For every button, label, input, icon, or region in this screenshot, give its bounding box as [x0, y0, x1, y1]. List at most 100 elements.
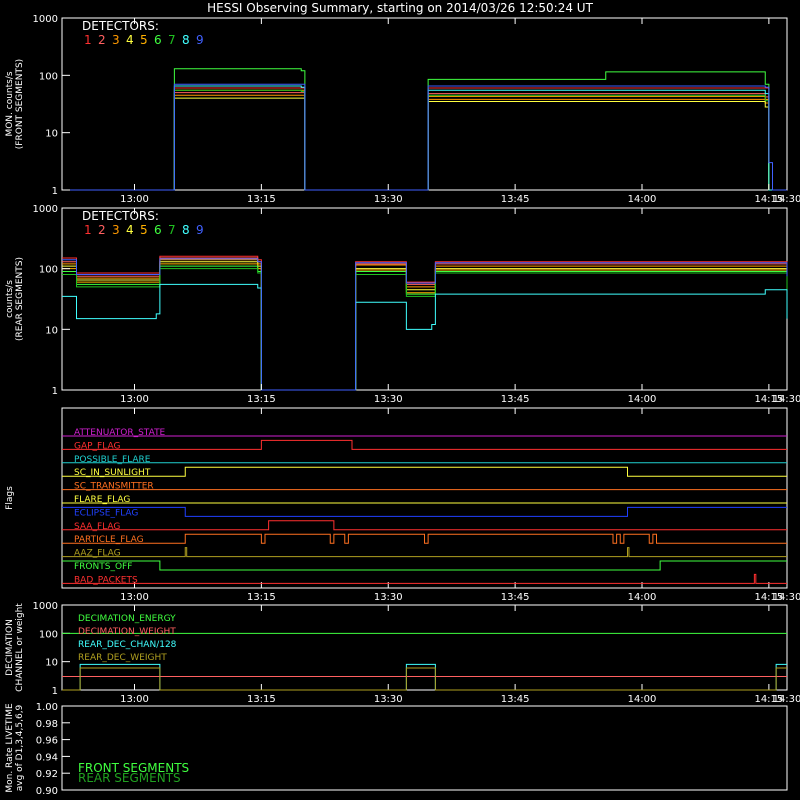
flags-xtick-label: 14:30 [773, 592, 800, 603]
front-series-line [62, 83, 787, 191]
rear-xtick-label: 13:30 [374, 394, 403, 405]
front-legend-number: 7 [168, 33, 176, 47]
rear-legend-number: 4 [126, 223, 134, 237]
rear-legend-number: 9 [196, 223, 204, 237]
rear-legend-number: 7 [168, 223, 176, 237]
rear-ytick-label: 1000 [33, 204, 58, 215]
front-series-line [62, 68, 787, 191]
rear-legend-number: 6 [154, 223, 162, 237]
front-legend-number: 8 [182, 33, 190, 47]
livetime-ytick-label: 0.94 [36, 752, 58, 763]
rear-xtick-label: 13:00 [120, 394, 149, 405]
rear-xtick-label: 14:00 [628, 394, 657, 405]
livetime-ylabel: avg of D1,3,4,5,6,9 [15, 704, 25, 791]
rear-series-line [62, 259, 788, 391]
rear-series-line [62, 258, 788, 391]
livetime-ytick-label: 0.98 [36, 719, 58, 730]
flag-label: BAD_PACKETS [74, 575, 138, 585]
front-legend-number: 2 [98, 33, 106, 47]
decimation-ylabel: DECIMATION [5, 619, 15, 676]
decimation-xtick-label: 13:00 [120, 694, 149, 705]
front-xtick-label: 13:30 [374, 194, 403, 205]
front-ylabel: MON. counts/s [5, 71, 15, 136]
decimation-ylabel: CHANNEL or weight [15, 603, 25, 692]
flag-label: SAA_FLAG [74, 522, 120, 532]
livetime-ytick-label: 1.00 [36, 702, 58, 713]
flag-label: POSSIBLE_FLARE [74, 455, 151, 465]
flag-label: PARTICLE_FLAG [74, 535, 144, 545]
flag-label: ATTENUATOR_STATE [74, 428, 166, 438]
rear-series-line [62, 255, 788, 391]
front-series-line [62, 94, 787, 191]
flag-line [62, 560, 787, 571]
front-legend-number: 6 [154, 33, 162, 47]
figure-title: HESSI Observing Summary, starting on 201… [207, 1, 593, 15]
flag-label: FLARE_FLAG [74, 495, 130, 505]
decimation-xtick-label: 14:00 [628, 694, 657, 705]
front-xtick-label: 13:45 [501, 194, 530, 205]
rear-legend-number: 2 [98, 223, 106, 237]
livetime-ytick-label: 0.90 [36, 786, 58, 797]
livetime-ylabel: Mon. Rate LIVETIME [5, 703, 15, 793]
front-ytick-label: 10 [45, 129, 58, 140]
decimation-legend-label: REAR_DEC_WEIGHT [78, 653, 167, 663]
decimation-xtick-label: 13:45 [501, 694, 530, 705]
rear-legend-number: 3 [112, 223, 120, 237]
rear-series-line [62, 283, 788, 391]
flags-xtick-label: 14:00 [628, 592, 657, 603]
flag-line [62, 506, 787, 517]
decimation-ytick-label: 100 [39, 629, 58, 640]
front-legend-title: DETECTORS: [82, 19, 159, 33]
flag-label: SC_IN_SUNLIGHT [74, 468, 151, 478]
rear-legend-title: DETECTORS: [82, 209, 159, 223]
rear-xtick-label: 14:30 [773, 394, 800, 405]
rear-xtick-label: 13:15 [247, 394, 276, 405]
front-legend-number: 9 [196, 33, 204, 47]
decimation-legend-label: DECIMATION_ENERGY [78, 614, 176, 624]
front-ytick-label: 1000 [33, 14, 58, 25]
front-series-line [62, 89, 787, 191]
rear-ytick-label: 1 [52, 386, 58, 397]
front-ytick-label: 100 [39, 71, 58, 82]
front-xtick-label: 13:15 [247, 194, 276, 205]
front-legend-number: 3 [112, 33, 120, 47]
rear-ytick-label: 100 [39, 265, 58, 276]
flag-line [62, 439, 787, 450]
rear-series-line [62, 257, 788, 391]
rear-legend-number: 1 [84, 223, 92, 237]
decimation-xtick-label: 13:30 [374, 694, 403, 705]
flag-label: AAZ_FLAG [74, 549, 121, 559]
decimation-legend-label: REAR_DEC_CHAN/128 [78, 640, 177, 650]
flags-xtick-label: 13:45 [501, 592, 530, 603]
rear-legend-number: 5 [140, 223, 148, 237]
front-series-line [62, 97, 787, 191]
rear-ylabel: (REAR SEGMENTS) [15, 257, 25, 341]
flags-ylabel: Flags [5, 486, 15, 510]
front-series-line [62, 87, 787, 191]
decimation-line [62, 667, 787, 691]
rear-xtick-label: 13:45 [501, 394, 530, 405]
livetime-legend-label: REAR SEGMENTS [78, 771, 181, 785]
decimation-ytick-label: 1 [52, 686, 58, 697]
front-legend-number: 5 [140, 33, 148, 47]
flag-label: FRONTS_OFF [74, 562, 132, 572]
decimation-ytick-label: 1000 [33, 601, 58, 612]
flag-label: GAP_FLAG [74, 441, 120, 451]
flag-line [62, 466, 787, 477]
flags-xtick-label: 13:00 [120, 592, 149, 603]
front-xtick-label: 14:30 [773, 194, 800, 205]
front-ytick-label: 1 [52, 186, 58, 197]
front-series-line [62, 89, 787, 191]
flag-line [62, 520, 787, 531]
flag-label: SC_TRANSMITTER [74, 482, 154, 492]
flags-xtick-label: 13:15 [247, 592, 276, 603]
hessi-summary-figure: HESSI Observing Summary, starting on 201… [5, 1, 800, 797]
flags-xtick-label: 13:30 [374, 592, 403, 603]
flag-line [62, 573, 787, 584]
front-series-line [62, 92, 787, 191]
decimation-xtick-label: 13:15 [247, 694, 276, 705]
rear-ylabel: counts/s [5, 280, 15, 318]
front-legend-number: 1 [84, 33, 92, 47]
decimation-legend-label: DECIMATION_WEIGHT [78, 627, 176, 637]
livetime-ytick-label: 0.96 [36, 736, 58, 747]
